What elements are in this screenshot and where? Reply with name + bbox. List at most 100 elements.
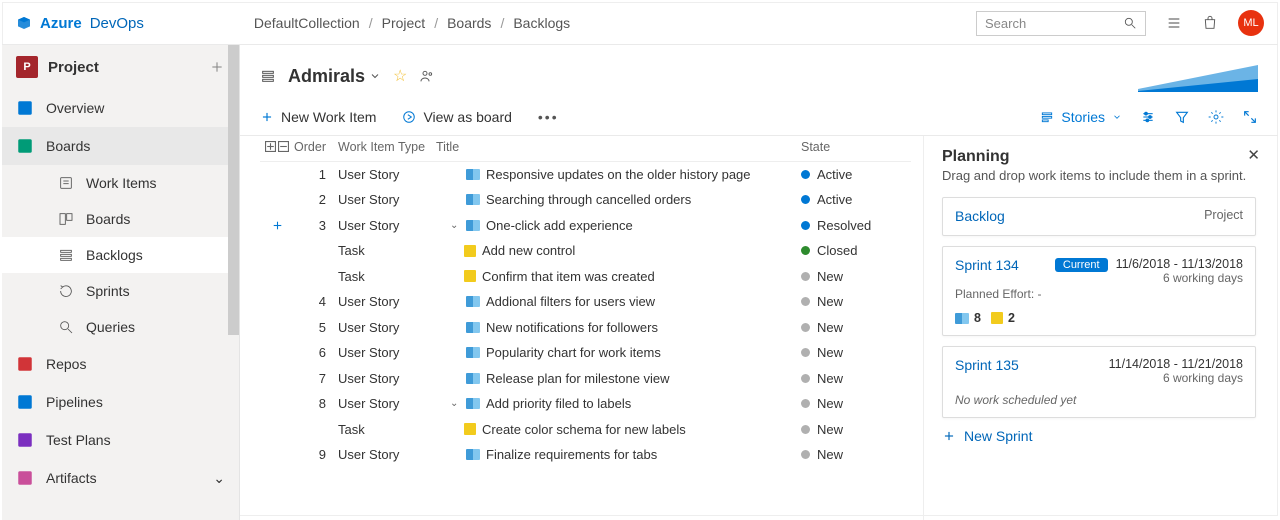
sprint-card[interactable]: Sprint 134 Current11/6/2018 - 11/13/2018… bbox=[942, 246, 1256, 336]
row-title[interactable]: Responsive updates on the older history … bbox=[436, 167, 801, 182]
row-title[interactable]: ⌄One-click add experience bbox=[436, 218, 801, 233]
team-members-icon[interactable] bbox=[419, 68, 435, 84]
settings-gear-icon[interactable] bbox=[1208, 109, 1224, 125]
favorite-star-icon[interactable]: ☆ bbox=[393, 66, 407, 86]
backlog-row[interactable]: 1 User Story Responsive updates on the o… bbox=[260, 162, 911, 188]
sidebar-item-workitems[interactable]: Work Items bbox=[2, 165, 239, 201]
sidebar-item-testplans[interactable]: Test Plans bbox=[2, 421, 239, 459]
backlog-row[interactable]: 8 User Story ⌄Add priority filed to labe… bbox=[260, 391, 911, 417]
breadcrumb-item[interactable]: Project bbox=[382, 15, 426, 31]
row-order: 3 bbox=[294, 218, 338, 233]
backlog-row[interactable]: 3 User Story ⌄One-click add experience R… bbox=[260, 213, 911, 239]
row-order: 4 bbox=[294, 294, 338, 309]
backlog-row[interactable]: 4 User Story Addional filters for users … bbox=[260, 289, 911, 315]
row-order: 9 bbox=[294, 447, 338, 462]
overview-icon bbox=[16, 99, 34, 117]
sidebar-item-boards2[interactable]: Boards bbox=[2, 201, 239, 237]
row-title[interactable]: Create color schema for new labels bbox=[436, 422, 801, 437]
list-icon[interactable] bbox=[1166, 15, 1182, 31]
burndown-sparkline[interactable] bbox=[1138, 59, 1258, 93]
row-title[interactable]: Popularity chart for work items bbox=[436, 345, 801, 360]
sidebar-item-queries[interactable]: Queries bbox=[2, 309, 239, 345]
column-options-icon[interactable] bbox=[1140, 109, 1156, 125]
user-story-icon bbox=[466, 449, 480, 460]
collapse-all-icon[interactable] bbox=[278, 141, 289, 152]
breadcrumb-item[interactable]: Boards bbox=[447, 15, 491, 31]
row-type: User Story bbox=[338, 167, 436, 182]
task-icon bbox=[464, 245, 476, 257]
breadcrumb-item[interactable]: DefaultCollection bbox=[254, 15, 360, 31]
backlog-row[interactable]: 7 User Story Release plan for milestone … bbox=[260, 366, 911, 392]
project-header[interactable]: P Project bbox=[2, 45, 239, 89]
panel-desc: Drag and drop work items to include them… bbox=[942, 168, 1256, 183]
artifacts-icon bbox=[16, 469, 34, 487]
expand-all-icon[interactable] bbox=[265, 141, 276, 152]
sidebar-item-artifacts[interactable]: Artifacts⌄ bbox=[2, 459, 239, 497]
user-story-icon bbox=[466, 398, 480, 409]
row-state: New bbox=[801, 396, 911, 411]
scrollbar[interactable] bbox=[228, 45, 239, 335]
row-title[interactable]: New notifications for followers bbox=[436, 320, 801, 335]
brand-azure: Azure bbox=[40, 15, 82, 32]
col-state[interactable]: State bbox=[801, 140, 911, 154]
sprint-card[interactable]: Sprint 135 11/14/2018 - 11/21/2018 6 wor… bbox=[942, 346, 1256, 418]
row-title[interactable]: Searching through cancelled orders bbox=[436, 192, 801, 207]
sidebar: P Project OverviewBoardsWork ItemsBoards… bbox=[2, 45, 240, 520]
team-picker[interactable]: Admirals bbox=[288, 66, 381, 87]
new-sprint-button[interactable]: New Sprint bbox=[942, 428, 1256, 444]
plus-icon[interactable] bbox=[209, 59, 225, 75]
backlog-card-title: Backlog bbox=[955, 208, 1005, 224]
breadcrumb-item[interactable]: Backlogs bbox=[513, 15, 570, 31]
chevron-down-icon[interactable]: ⌄ bbox=[213, 470, 225, 487]
close-icon[interactable]: ✕ bbox=[1247, 146, 1260, 164]
more-actions[interactable]: ••• bbox=[538, 109, 559, 125]
task-icon bbox=[464, 270, 476, 282]
backlog-row[interactable]: 9 User Story Finalize requirements for t… bbox=[260, 442, 911, 468]
sidebar-item-pipelines[interactable]: Pipelines bbox=[2, 383, 239, 421]
col-type[interactable]: Work Item Type bbox=[338, 140, 436, 154]
current-badge: Current bbox=[1055, 258, 1108, 272]
view-as-board-button[interactable]: View as board bbox=[402, 109, 511, 125]
row-title[interactable]: ⌄Add priority filed to labels bbox=[436, 396, 801, 411]
add-child-icon[interactable] bbox=[271, 219, 284, 232]
backlog-level-picker[interactable]: Stories bbox=[1040, 109, 1122, 125]
search-placeholder: Search bbox=[985, 16, 1026, 31]
sidebar-item-boards[interactable]: Boards bbox=[2, 127, 239, 165]
sidebar-item-backlogs[interactable]: Backlogs bbox=[2, 237, 239, 273]
expand-toggle[interactable]: ⌄ bbox=[450, 398, 460, 409]
sidebar-item-sprints[interactable]: Sprints bbox=[2, 273, 239, 309]
boards-icon bbox=[16, 137, 34, 155]
backlog-row[interactable]: Task Add new control Closed bbox=[260, 238, 911, 264]
row-title[interactable]: Add new control bbox=[436, 243, 801, 258]
user-story-icon bbox=[466, 220, 480, 231]
row-type: Task bbox=[338, 422, 436, 437]
row-title[interactable]: Release plan for milestone view bbox=[436, 371, 801, 386]
row-state: Resolved bbox=[801, 218, 911, 233]
row-title[interactable]: Confirm that item was created bbox=[436, 269, 801, 284]
expand-toggle[interactable]: ⌄ bbox=[450, 220, 460, 231]
brand-logo[interactable]: Azure DevOps bbox=[16, 15, 144, 32]
planning-panel: ✕ Planning Drag and drop work items to i… bbox=[923, 136, 1278, 520]
row-order: 8 bbox=[294, 396, 338, 411]
bag-icon[interactable] bbox=[1202, 15, 1218, 31]
avatar[interactable]: ML bbox=[1238, 10, 1264, 36]
search-input[interactable]: Search bbox=[976, 11, 1146, 36]
sidebar-item-overview[interactable]: Overview bbox=[2, 89, 239, 127]
backlog-row[interactable]: 6 User Story Popularity chart for work i… bbox=[260, 340, 911, 366]
backlog-card[interactable]: Backlog Project bbox=[942, 197, 1256, 236]
backlog-row[interactable]: Task Create color schema for new labels … bbox=[260, 417, 911, 443]
col-order[interactable]: Order bbox=[294, 140, 338, 154]
backlog-row[interactable]: Task Confirm that item was created New bbox=[260, 264, 911, 290]
row-type: User Story bbox=[338, 320, 436, 335]
new-work-item-button[interactable]: New Work Item bbox=[260, 109, 376, 125]
backlog-row[interactable]: 2 User Story Searching through cancelled… bbox=[260, 187, 911, 213]
backlog-row[interactable]: 5 User Story New notifications for follo… bbox=[260, 315, 911, 341]
user-story-icon bbox=[466, 322, 480, 333]
row-title[interactable]: Finalize requirements for tabs bbox=[436, 447, 801, 462]
sidebar-item-repos[interactable]: Repos bbox=[2, 345, 239, 383]
col-title[interactable]: Title bbox=[436, 140, 801, 154]
row-title[interactable]: Addional filters for users view bbox=[436, 294, 801, 309]
fullscreen-icon[interactable] bbox=[1242, 109, 1258, 125]
filter-icon[interactable] bbox=[1174, 109, 1190, 125]
testplans-icon bbox=[16, 431, 34, 449]
